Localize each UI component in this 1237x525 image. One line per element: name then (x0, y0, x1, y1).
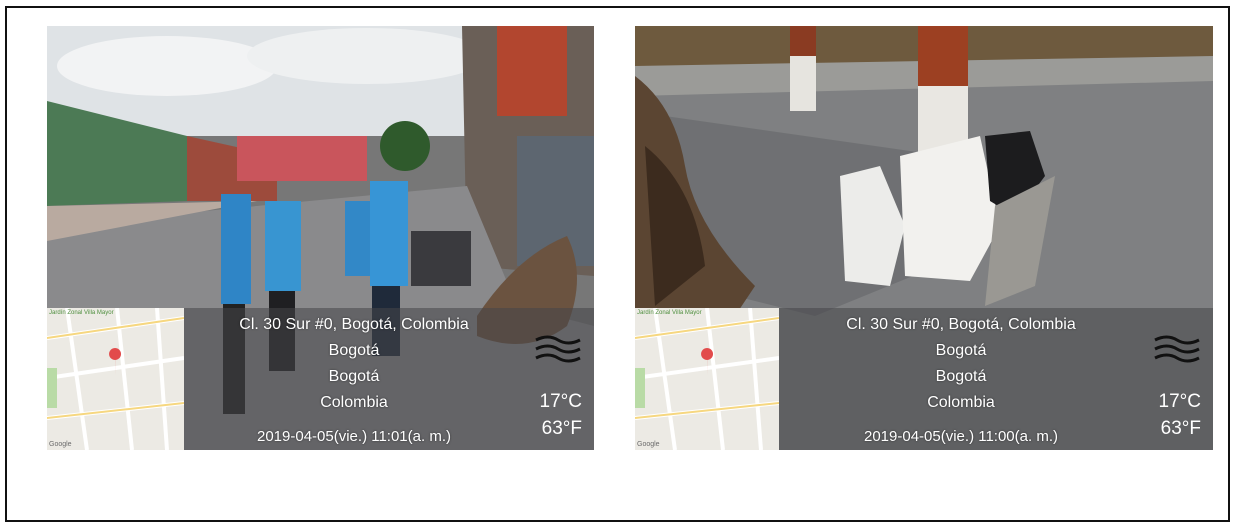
address-text: Cl. 30 Sur #0, Bogotá, Colombia (239, 316, 469, 333)
haze-icon (1154, 335, 1200, 363)
temperature-fahrenheit: 63°F (1160, 418, 1201, 439)
datetime-text: 2019-04-05(vie.) 11:00(a. m.) (864, 428, 1058, 445)
city-text: Bogotá (935, 342, 987, 359)
map-label-park: Jardín Zonal Villa Mayor (49, 310, 114, 316)
country-text: Colombia (320, 394, 388, 411)
location-info-panel: Cl. 30 Sur #0, Bogotá, Colombia Bogotá B… (184, 308, 594, 450)
country-text: Colombia (927, 394, 995, 411)
geotag-overlay: Jardín Zonal Villa Mayor Google Cl. 30 S… (635, 308, 1213, 450)
region-text: Bogotá (328, 368, 380, 385)
geotagged-photo-left: Jardín Zonal Villa Mayor Google Cl. 30 S… (47, 26, 594, 450)
map-label-park: Jardín Zonal Villa Mayor (637, 310, 702, 316)
google-logo: Google (49, 441, 72, 448)
temperature-celsius: 17°C (539, 391, 582, 412)
region-text: Bogotá (935, 368, 987, 385)
address-text: Cl. 30 Sur #0, Bogotá, Colombia (846, 316, 1076, 333)
location-map-thumbnail: Jardín Zonal Villa Mayor Google (635, 308, 779, 450)
document-frame: Jardín Zonal Villa Mayor Google Cl. 30 S… (5, 6, 1230, 522)
geotagged-photo-right: Jardín Zonal Villa Mayor Google Cl. 30 S… (635, 26, 1213, 450)
haze-icon (535, 335, 581, 363)
datetime-text: 2019-04-05(vie.) 11:01(a. m.) (257, 428, 451, 445)
temperature-fahrenheit: 63°F (541, 418, 582, 439)
location-info-panel: Cl. 30 Sur #0, Bogotá, Colombia Bogotá B… (779, 308, 1213, 450)
temperature-celsius: 17°C (1158, 391, 1201, 412)
city-text: Bogotá (328, 342, 380, 359)
geotag-overlay: Jardín Zonal Villa Mayor Google Cl. 30 S… (47, 308, 594, 450)
location-map-thumbnail: Jardín Zonal Villa Mayor Google (47, 308, 184, 450)
google-logo: Google (637, 441, 660, 448)
